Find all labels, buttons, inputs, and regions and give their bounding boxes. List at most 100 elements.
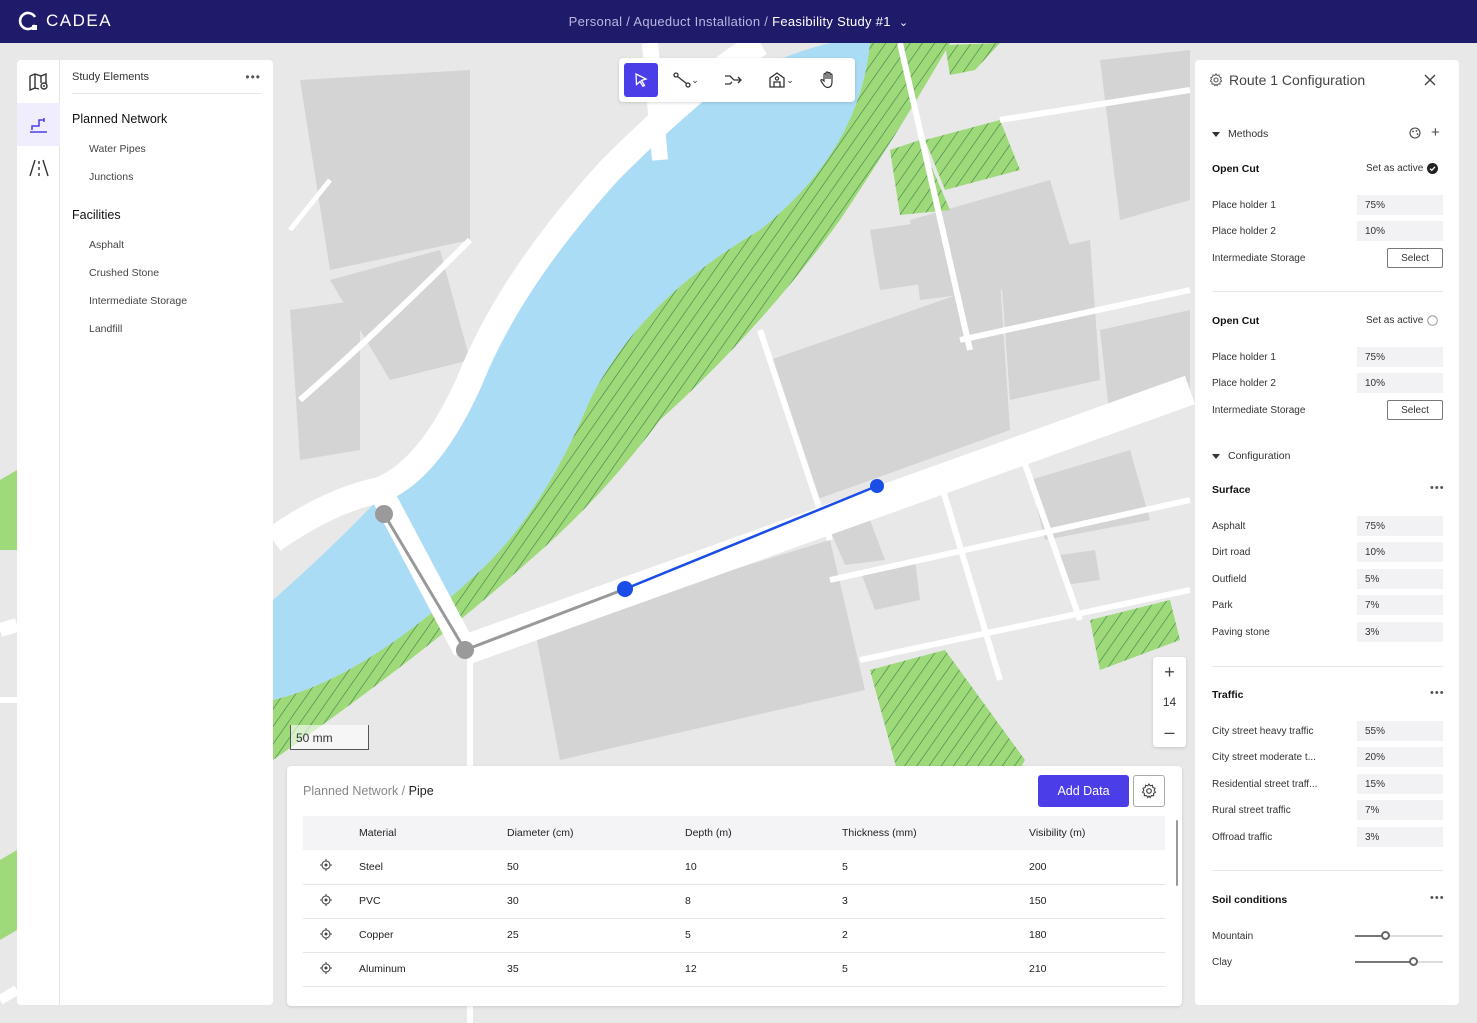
more-icon[interactable]: ••• [1430, 892, 1445, 904]
route-arrow-icon [725, 75, 742, 85]
study-item-intermediate-storage[interactable]: Intermediate Storage [89, 295, 273, 307]
traffic-offroad-input[interactable]: 3% [1357, 827, 1443, 847]
table-row[interactable]: PVC 30 8 3 150 [303, 884, 1165, 919]
table-row[interactable]: Aluminum 35 12 5 210 [303, 952, 1165, 987]
traffic-title: Traffic [1212, 689, 1244, 701]
locate-icon[interactable] [320, 961, 332, 974]
palette-icon[interactable] [1409, 127, 1421, 139]
breadcrumb-project[interactable]: Aqueduct Installation [633, 14, 760, 29]
route-node-active[interactable] [870, 479, 884, 493]
study-item-landfill[interactable]: Landfill [89, 323, 273, 335]
slider-thumb[interactable] [1381, 931, 1390, 940]
surface-title: Surface [1212, 484, 1251, 496]
data-panel: Planned Network / Pipe Add Data Material… [287, 766, 1182, 1006]
method-2-set-active[interactable]: Set as active [1366, 315, 1439, 326]
breadcrumb-current[interactable]: Feasibility Study #1 [772, 14, 891, 29]
rail-pipe-button[interactable] [17, 103, 60, 146]
method-1-name: Open Cut [1212, 163, 1260, 175]
more-icon[interactable]: ••• [245, 70, 261, 84]
study-item-crushed-stone[interactable]: Crushed Stone [89, 267, 273, 279]
traffic-moderate-input[interactable]: 20% [1357, 747, 1443, 767]
more-icon[interactable]: ••• [1430, 482, 1445, 494]
map-scale: 50 mm [290, 725, 369, 750]
table-row[interactable]: Copper 25 5 2 180 [303, 918, 1165, 953]
hand-icon [820, 71, 833, 89]
surface-park-input[interactable]: 7% [1357, 595, 1443, 615]
zoom-in-button[interactable]: + [1153, 657, 1186, 687]
route-config-panel: Route 1 Configuration Methods + Open Cut… [1195, 60, 1459, 1005]
surface-outfield-input[interactable]: 5% [1357, 569, 1443, 589]
close-icon[interactable] [1423, 73, 1437, 87]
table-row[interactable]: Steel 50 10 5 200 [303, 850, 1165, 885]
chevron-down-icon: ⌄ [786, 74, 794, 85]
method-1-select-button[interactable]: Select [1387, 248, 1443, 268]
configuration-section-header[interactable]: Configuration [1212, 450, 1290, 462]
traffic-heavy-input[interactable]: 55% [1357, 721, 1443, 741]
draw-line-tool[interactable]: ⌄ [658, 63, 714, 97]
method-1-ph2-input[interactable]: 10% [1357, 221, 1443, 241]
breadcrumb-personal[interactable]: Personal [569, 14, 623, 29]
locate-icon[interactable] [320, 859, 332, 872]
soil-title: Soil conditions [1212, 894, 1288, 906]
method-1-ph1-input[interactable]: 75% [1357, 195, 1443, 215]
chevron-down-icon[interactable]: ⌄ [899, 16, 909, 29]
top-bar: CADEA Personal / Aqueduct Installation /… [0, 0, 1477, 43]
route-tool[interactable] [714, 63, 754, 97]
check-circle-icon [1427, 163, 1439, 174]
road-icon [28, 159, 49, 176]
methods-section-header[interactable]: Methods [1212, 128, 1268, 140]
traffic-rural-input[interactable]: 7% [1357, 800, 1443, 820]
col-thickness[interactable]: Thickness (mm) [842, 816, 1029, 850]
method-2-ph1-input[interactable]: 75% [1357, 347, 1443, 367]
traffic-residential-input[interactable]: 15% [1357, 774, 1443, 794]
zoom-control: + 14 – [1153, 657, 1186, 747]
pipe-icon [29, 117, 47, 133]
add-data-button[interactable]: Add Data [1038, 775, 1129, 807]
breadcrumb[interactable]: Personal / Aqueduct Installation / Feasi… [0, 14, 1477, 29]
study-item-asphalt[interactable]: Asphalt [89, 239, 273, 251]
clay-slider[interactable] [1355, 956, 1443, 968]
radio-empty-icon [1427, 315, 1439, 326]
col-diameter[interactable]: Diameter (cm) [507, 816, 685, 850]
surface-asphalt-input[interactable]: 75% [1357, 516, 1443, 536]
rail-road-button[interactable] [17, 146, 60, 189]
method-1-set-active[interactable]: Set as active [1366, 163, 1439, 174]
route-node[interactable] [375, 505, 393, 523]
surface-paving-stone-input[interactable]: 3% [1357, 622, 1443, 642]
rail-map-button[interactable] [17, 60, 60, 103]
pan-tool[interactable] [808, 63, 848, 97]
group-planned-network[interactable]: Planned Network [72, 112, 273, 126]
method-2-select-button[interactable]: Select [1387, 400, 1443, 420]
surface-dirt-road-input[interactable]: 10% [1357, 542, 1443, 562]
slider-thumb[interactable] [1409, 957, 1418, 966]
more-icon[interactable]: ••• [1430, 687, 1445, 699]
group-facilities[interactable]: Facilities [72, 208, 273, 222]
cursor-icon [635, 72, 648, 88]
crumb-pipe: Pipe [408, 784, 434, 798]
crumb-planned-network[interactable]: Planned Network [303, 784, 398, 798]
locate-icon[interactable] [320, 893, 332, 906]
route-node-active[interactable] [617, 581, 633, 597]
locate-icon[interactable] [320, 927, 332, 940]
config-header: Route 1 Configuration [1209, 72, 1365, 88]
col-material[interactable]: Material [359, 816, 507, 850]
mountain-slider[interactable] [1355, 930, 1443, 942]
select-tool[interactable] [624, 63, 658, 97]
table-scrollbar[interactable] [1176, 820, 1178, 886]
map-toolbar: ⌄ ⌄ [619, 58, 855, 102]
study-item-water-pipes[interactable]: Water Pipes [89, 143, 273, 155]
method-2-ph2-input[interactable]: 10% [1357, 373, 1443, 393]
col-depth[interactable]: Depth (m) [685, 816, 842, 850]
study-item-junctions[interactable]: Junctions [89, 171, 273, 183]
table-settings-button[interactable] [1133, 775, 1165, 807]
col-visibility[interactable]: Visibility (m) [1029, 816, 1165, 850]
map-icon [28, 72, 48, 91]
zoom-level: 14 [1162, 695, 1177, 709]
config-title: Route 1 Configuration [1229, 72, 1366, 88]
route-node[interactable] [456, 641, 474, 659]
line-draw-icon [673, 72, 691, 88]
gear-icon [1141, 783, 1157, 799]
add-method-button[interactable]: + [1431, 124, 1440, 141]
zoom-out-button[interactable]: – [1153, 717, 1186, 747]
facility-tool[interactable]: ⌄ [754, 63, 808, 97]
